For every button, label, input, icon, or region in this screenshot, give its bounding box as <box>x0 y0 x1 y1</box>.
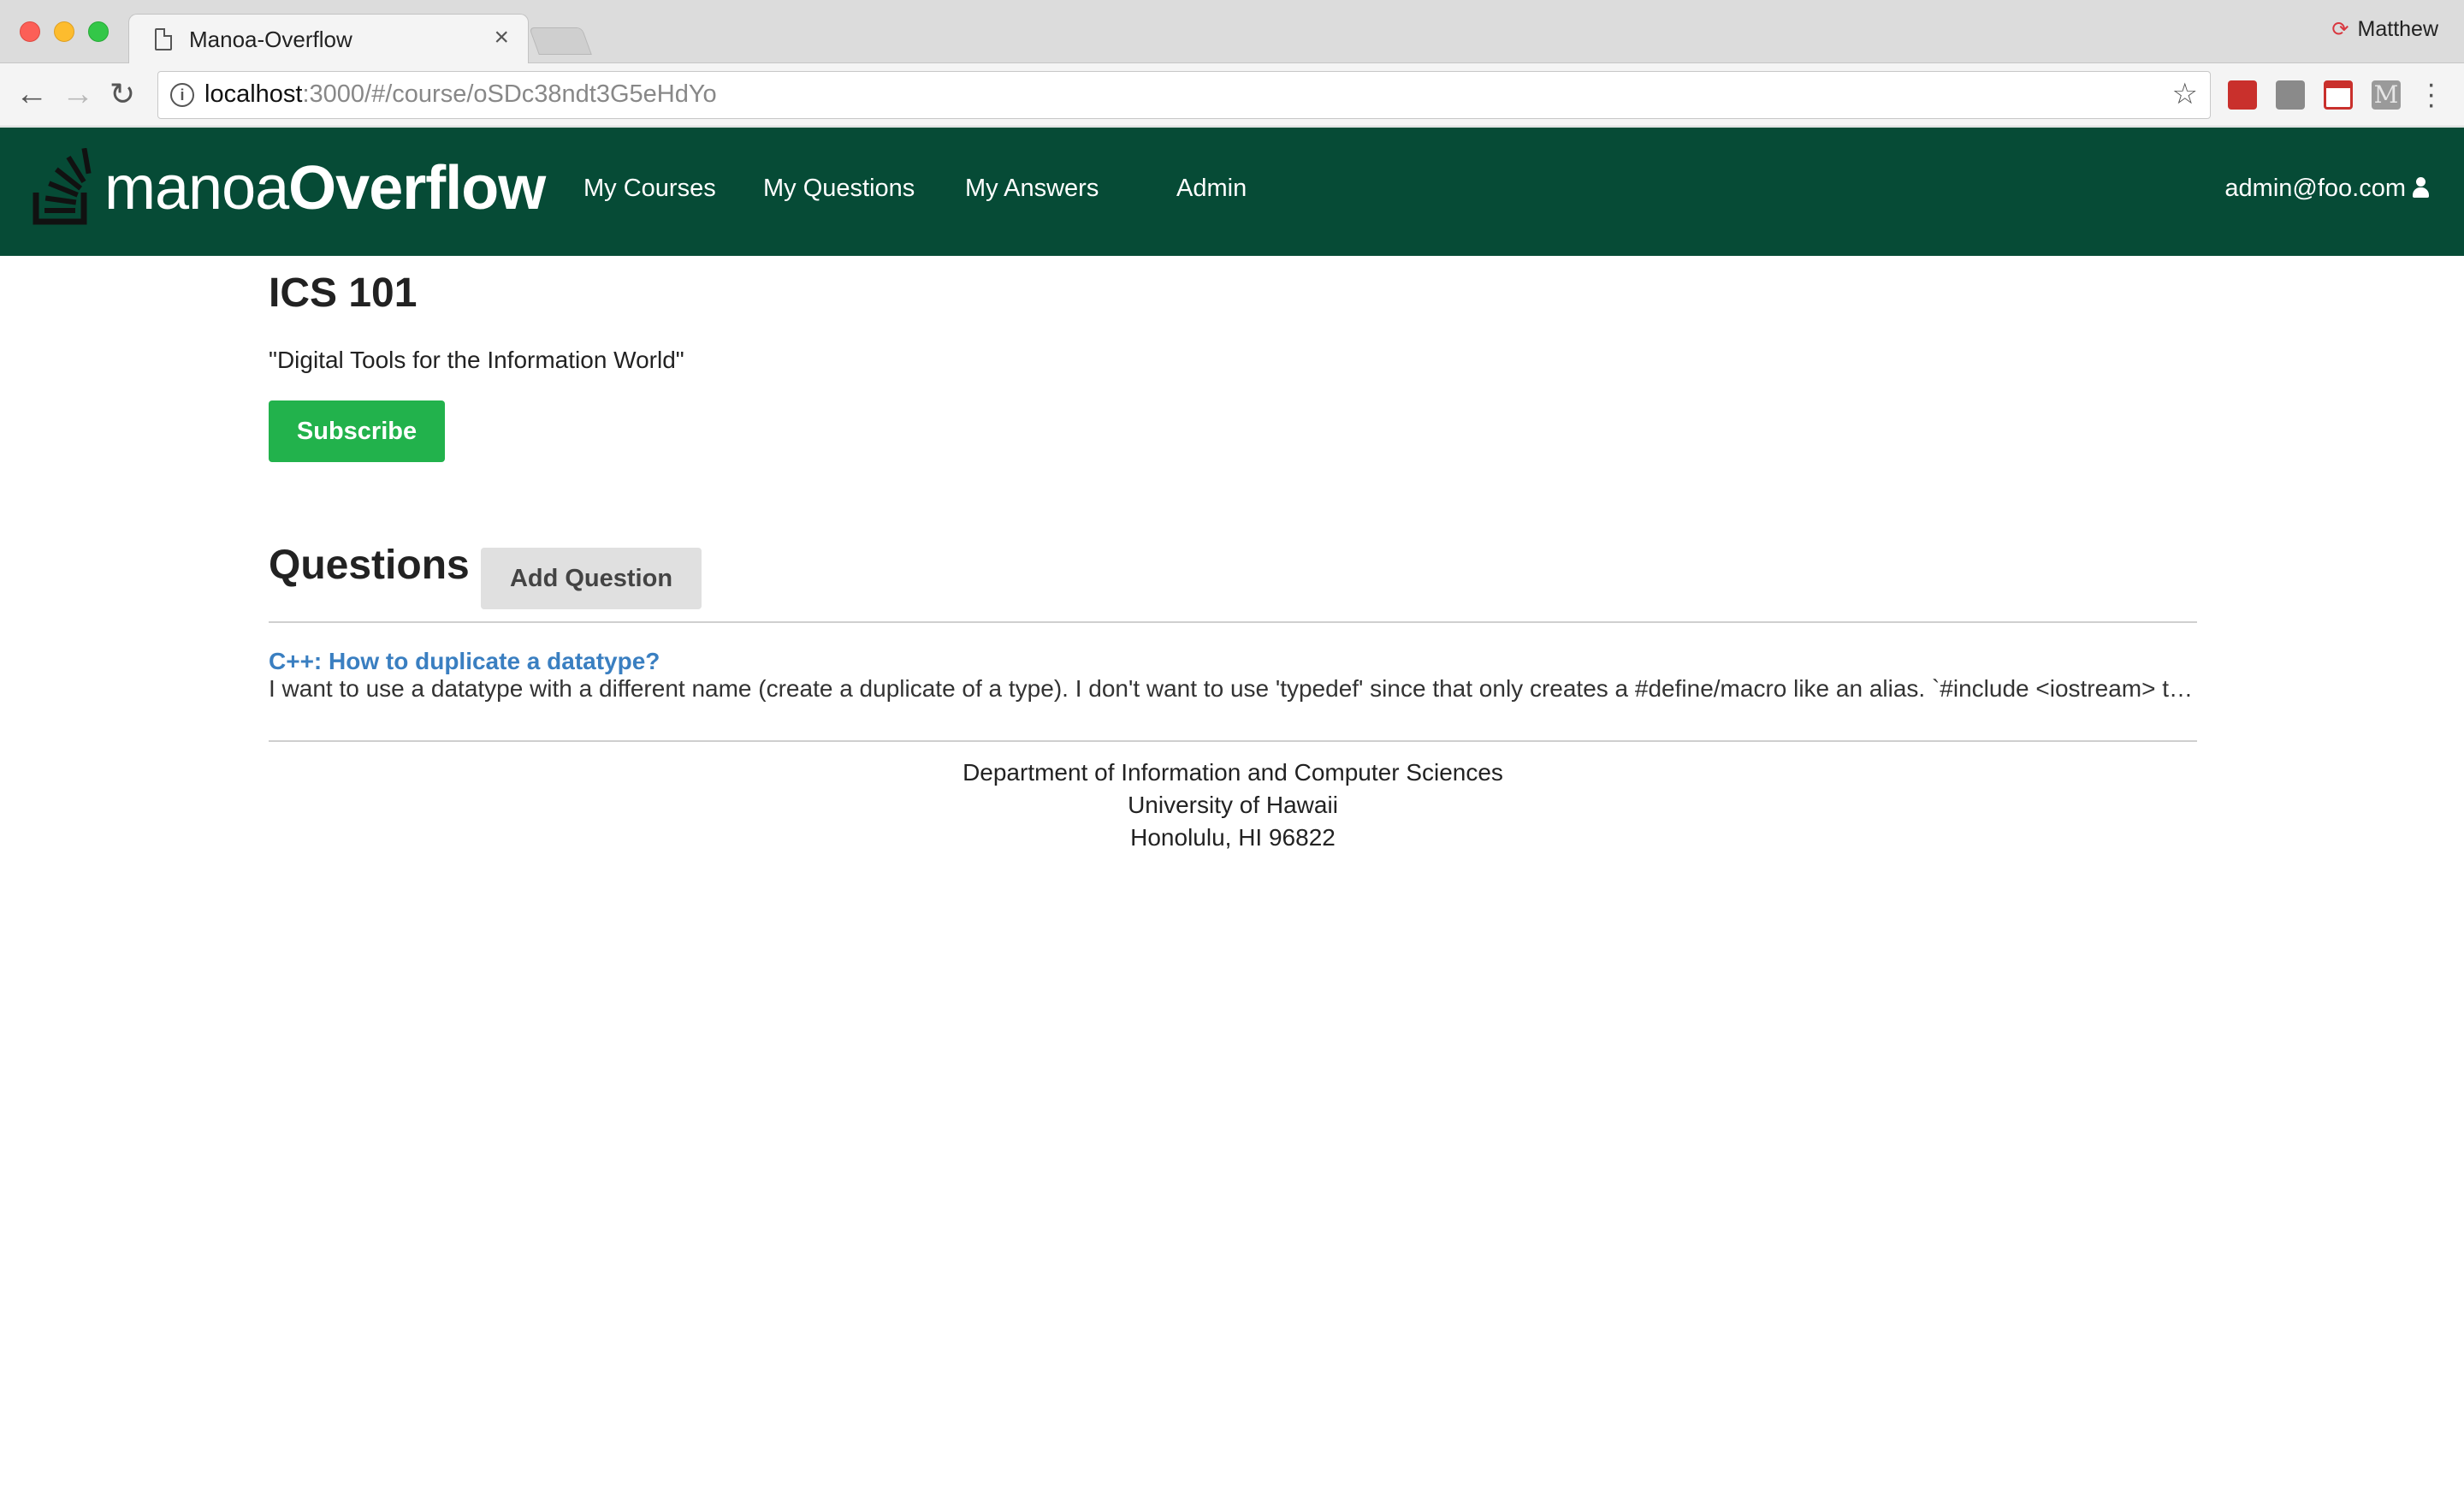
bookmark-star-icon[interactable]: ☆ <box>2172 77 2198 111</box>
brand-bold: Overflow <box>288 154 546 222</box>
tab-close-icon[interactable]: × <box>494 23 509 52</box>
footer-line-department: Department of Information and Computer S… <box>962 759 1503 786</box>
tab-title: Manoa-Overflow <box>189 27 352 52</box>
stack-logo-icon[interactable] <box>33 148 94 225</box>
maximize-window-icon[interactable] <box>88 21 109 42</box>
reload-icon[interactable]: ↻ <box>110 75 135 113</box>
subscribe-button[interactable]: Subscribe <box>269 400 445 462</box>
footer: Department of Information and Computer S… <box>269 756 2197 854</box>
extension-icon-2[interactable] <box>2276 80 2305 110</box>
page-icon <box>155 28 172 50</box>
address-bar[interactable]: i localhost:3000/#/course/oSDc38ndt3G5eH… <box>157 71 2211 119</box>
footer-line-address: Honolulu, HI 96822 <box>1130 824 1336 851</box>
extension-icon-1[interactable] <box>2228 80 2257 110</box>
url-path: :3000/#/course/oSDc38ndt3G5eHdYo <box>302 80 717 108</box>
app-navbar: manoaOverflow My Courses My Questions My… <box>0 128 2464 256</box>
back-arrow-icon[interactable]: ← <box>15 75 48 113</box>
divider <box>269 621 2197 623</box>
question-body: I want to use a datatype with a differen… <box>269 675 2197 702</box>
nav-admin[interactable]: Admin <box>1176 175 1247 203</box>
question-title-link[interactable]: C++: How to duplicate a datatype? <box>269 648 660 675</box>
browser-menu-icon[interactable]: · · · <box>2426 69 2436 119</box>
nav-my-answers[interactable]: My Answers <box>965 175 1099 203</box>
new-tab-button[interactable] <box>529 27 592 55</box>
brand-logo[interactable]: manoaOverflow <box>104 153 546 223</box>
url-host: localhost <box>204 80 303 108</box>
browser-toolbar: ← → ↻ i localhost:3000/#/course/oSDc38nd… <box>0 63 2464 127</box>
browser-titlebar: Manoa-Overflow × ⟳ Matthew <box>0 0 2464 65</box>
footer-line-university: University of Hawaii <box>1128 792 1338 818</box>
forward-arrow-icon[interactable]: → <box>62 75 94 113</box>
info-icon[interactable]: i <box>170 83 194 107</box>
user-icon <box>2413 177 2429 198</box>
questions-heading: Questions <box>269 543 470 588</box>
course-subtitle: "Digital Tools for the Information World… <box>269 347 684 373</box>
browser-tab[interactable]: Manoa-Overflow × <box>128 14 529 65</box>
m-extension-icon[interactable]: M <box>2372 80 2401 110</box>
url-text[interactable]: localhost:3000/#/course/oSDc38ndt3G5eHdY… <box>204 80 717 109</box>
brand-light: manoa <box>104 154 289 222</box>
user-email: admin@foo.com <box>2224 175 2406 202</box>
sync-error-icon: ⟳ <box>2331 18 2349 41</box>
nav-my-courses[interactable]: My Courses <box>583 175 716 203</box>
calendar-extension-icon[interactable] <box>2324 80 2353 110</box>
user-menu[interactable]: admin@foo.com <box>2224 175 2429 203</box>
minimize-window-icon[interactable] <box>54 21 74 42</box>
close-window-icon[interactable] <box>20 21 40 42</box>
add-question-button[interactable]: Add Question <box>481 548 702 609</box>
profile-button[interactable]: ⟳ Matthew <box>2331 17 2438 42</box>
course-title: ICS 101 <box>269 270 418 316</box>
nav-my-questions[interactable]: My Questions <box>763 175 915 203</box>
profile-name: Matthew <box>2357 17 2438 41</box>
divider <box>269 740 2197 742</box>
